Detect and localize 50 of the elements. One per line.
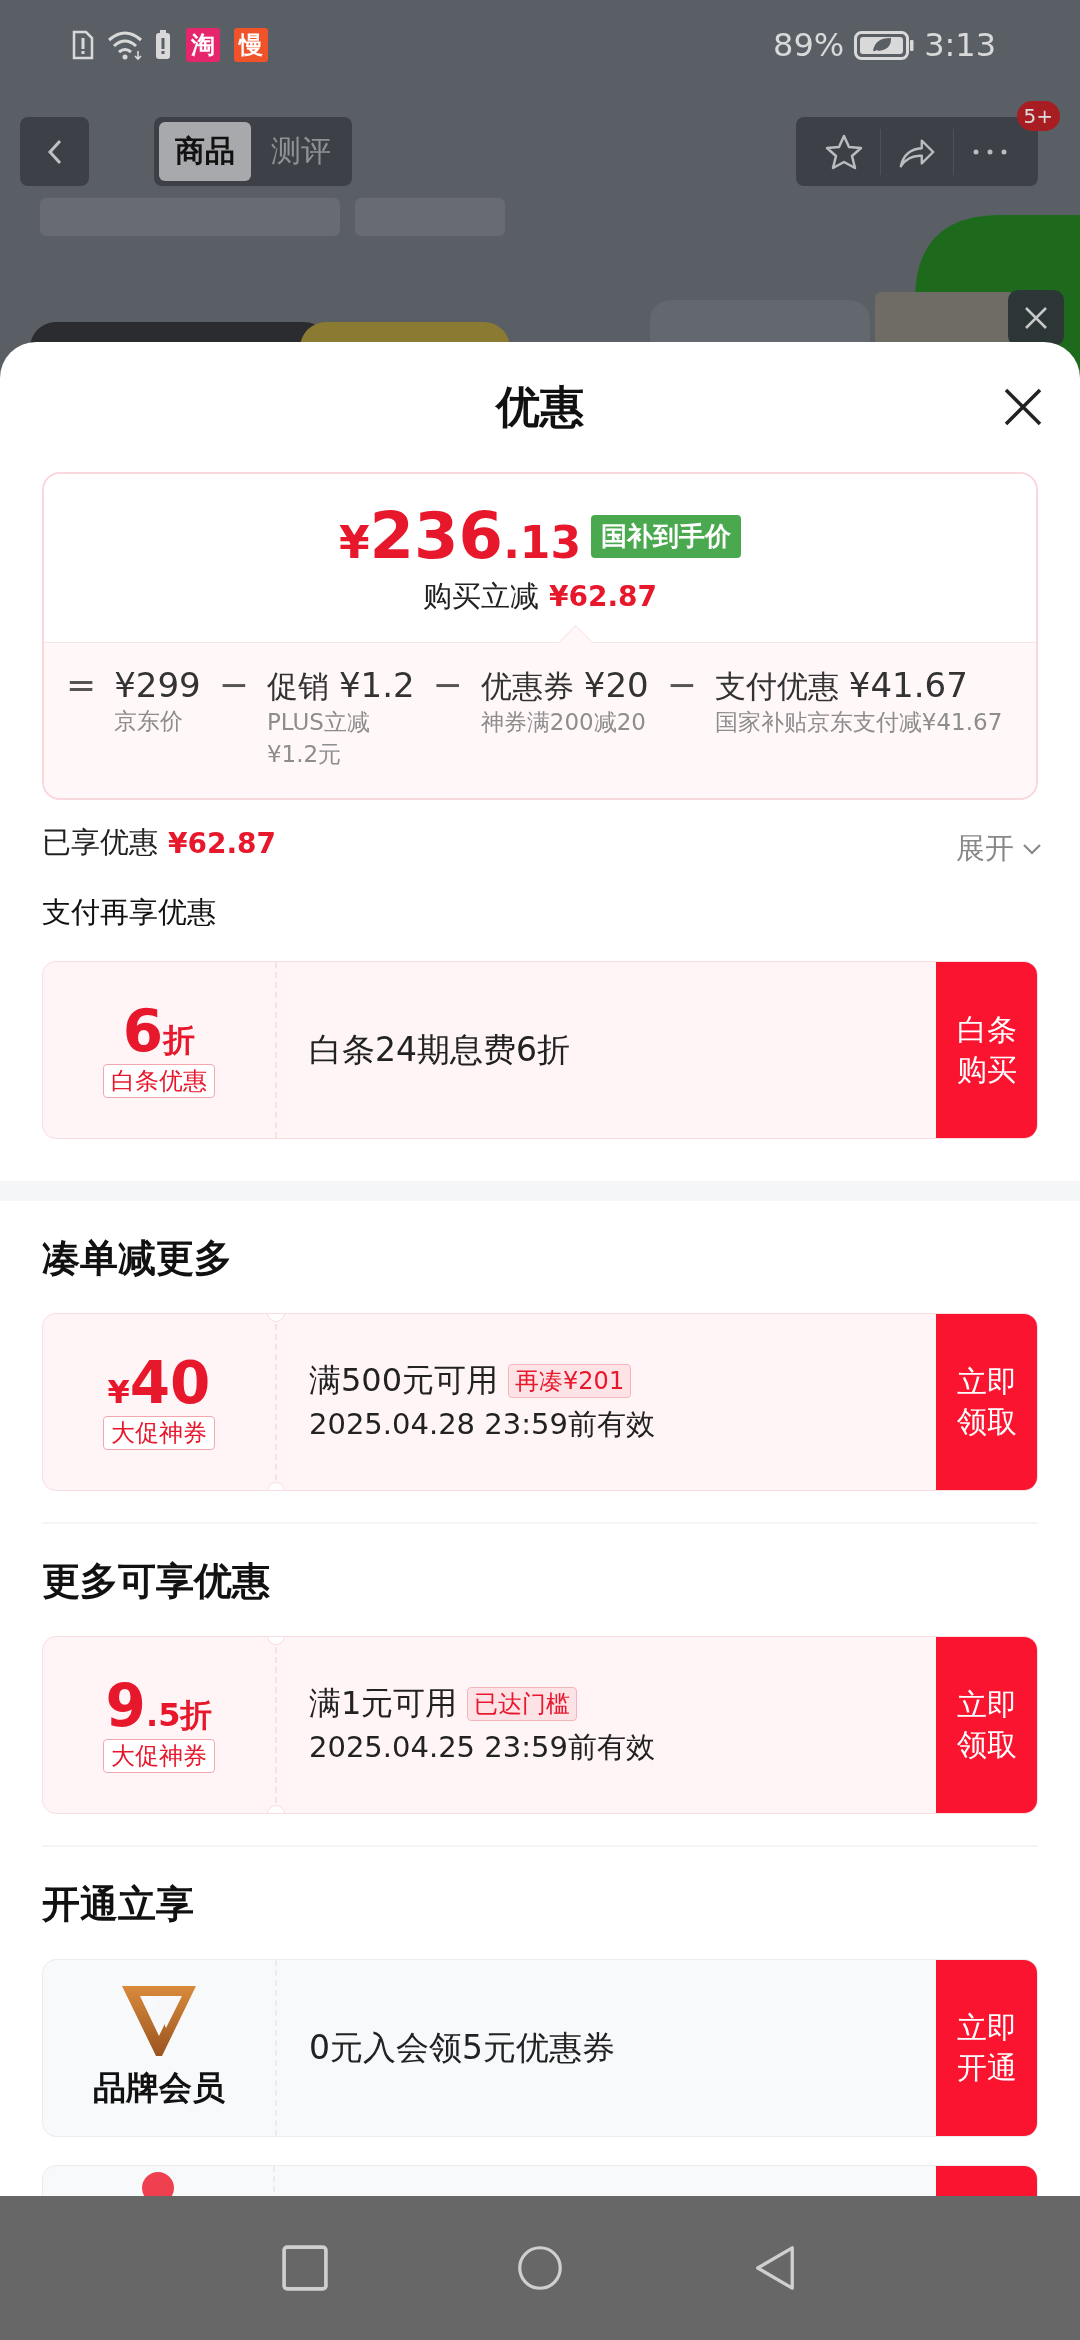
tab[interactable]: 商品 (159, 122, 251, 181)
coupon-title: 满1元可用 (309, 1683, 458, 1724)
final-price: ¥236.13 (338, 499, 582, 573)
saving-label: 购买立减 (422, 578, 539, 615)
coupon-title: 满500元可用 (309, 1360, 499, 1401)
section-title: 凑单减更多 (42, 1234, 233, 1282)
claim-button[interactable]: 立即领取 (936, 1637, 1037, 1813)
coupon-tag: 白条优惠 (103, 1064, 215, 1098)
section-title: 开通立享 (42, 1880, 195, 1928)
battery-percent: 89% (773, 26, 845, 64)
breakdown-amount: 优惠券 ¥20 (480, 665, 649, 706)
claim-button[interactable]: 白条购买 (936, 962, 1037, 1138)
breakdown-note: 京东价 (114, 707, 185, 736)
coupon-value: 6折 (122, 1002, 196, 1060)
section-title: 更多可享优惠 (42, 1557, 271, 1605)
breakdown-note: PLUS立减¥1.2元 (266, 708, 371, 769)
sheet-title: 优惠 (496, 379, 584, 434)
clock-time: 3:13 (924, 26, 996, 64)
breakdown-note: 神券满200减20 (480, 708, 647, 737)
operator-sign: − (432, 665, 463, 705)
coupon-badge: 再凑¥201 (508, 1364, 632, 1398)
notification-badge: 5+ (1016, 101, 1060, 131)
section-title: 支付再享优惠 (42, 894, 217, 931)
app-notification-icon: 慢 (234, 28, 268, 62)
breakdown-amount: 支付优惠 ¥41.67 (714, 665, 969, 706)
summary-amount: ¥62.87 (168, 826, 277, 860)
claim-button[interactable]: 立即开通 (936, 1960, 1037, 2136)
coupon-title: 0元入会领5元优惠券 (309, 2026, 615, 2069)
coupon-value: 9.5折 (105, 1677, 213, 1735)
coupon-title: 白条24期息费6折 (309, 1028, 570, 1071)
operator-sign: = (66, 665, 97, 705)
coupon-tag: 大促神券 (103, 1416, 215, 1450)
price-badge: 国补到手价 (591, 514, 742, 558)
app-notification-icon: 淘 (186, 28, 220, 62)
validity-text: 2025.04.25 23:59前有效 (309, 1729, 656, 1766)
breakdown-note: 国家补贴京东支付减¥41.67 (714, 708, 1004, 737)
coupon-value: ¥40 (107, 1354, 211, 1412)
tab[interactable]: 测评 (255, 122, 347, 181)
member-label: 品牌会员 (93, 2066, 225, 2109)
summary-label: 已享优惠 (42, 824, 158, 861)
coupon-badge: 已达门槛 (467, 1687, 578, 1721)
validity-text: 2025.04.28 23:59前有效 (309, 1406, 656, 1443)
coupon-tag: 大促神券 (103, 1739, 215, 1773)
operator-sign: − (666, 665, 697, 705)
breakdown-amount: 促销 ¥1.2 (266, 665, 415, 706)
claim-button[interactable]: 立即领取 (936, 1314, 1037, 1490)
saving-amount: ¥62.87 (548, 580, 658, 613)
expand-toggle[interactable]: 展开 (956, 829, 1042, 869)
operator-sign: − (218, 665, 249, 705)
breakdown-amount: ¥299 (114, 665, 201, 705)
